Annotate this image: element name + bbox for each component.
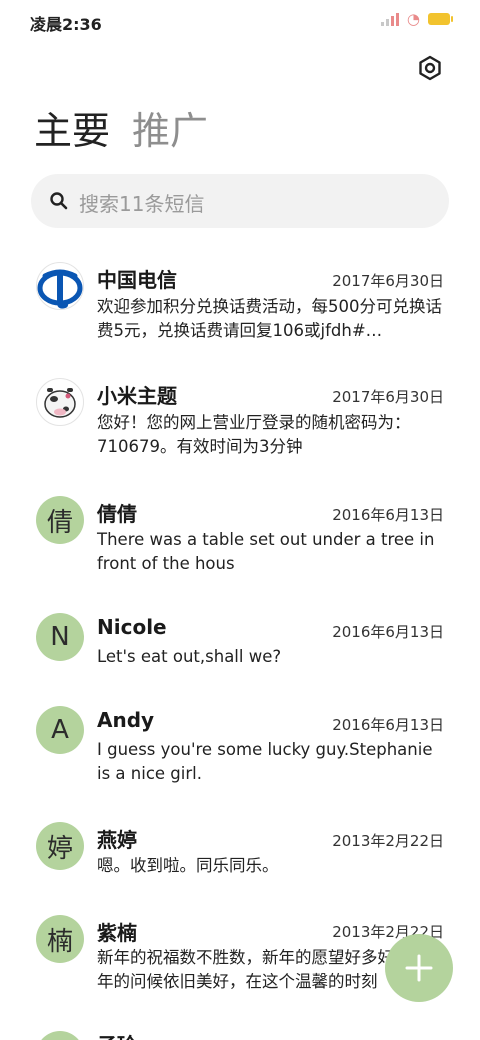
message-preview: Let's eat out,shall we? [97,647,282,666]
message-date: 2016年6月13日 [332,623,444,641]
list-item[interactable]: N Nicole 2016年6月13日 Let's eat out,shall … [0,607,480,687]
list-item[interactable]: 玲 子玲 [0,1025,480,1040]
message-preview: There was a table set out under a tree i… [97,530,435,573]
plus-icon [405,954,433,982]
avatar: 楠 [36,915,84,963]
contact-name: 紫楠 [97,921,137,945]
contact-name: 小米主题 [97,384,177,408]
message-date: 2016年6月13日 [332,716,444,734]
contact-name: 燕婷 [97,828,137,852]
message-date: 2017年6月30日 [332,272,444,290]
list-item[interactable]: 婷 燕婷 2013年2月22日 嗯。收到啦。同乐同乐。 [0,816,480,896]
avatar [36,262,84,310]
avatar: N [36,613,84,661]
list-item[interactable]: 中国电信 2017年6月30日 欢迎参加积分兑换话费活动，每500分可兑换话费5… [0,258,480,358]
avatar: A [36,706,84,754]
message-date: 2013年2月22日 [332,832,444,850]
contact-name: 倩倩 [97,502,137,526]
avatar: 婷 [36,822,84,870]
message-date: 2016年6月13日 [332,506,444,524]
contact-name: 子玲 [97,1029,137,1040]
contact-name: Nicole [97,615,167,639]
avatar [36,378,84,426]
message-list: 中国电信 2017年6月30日 欢迎参加积分兑换话费活动，每500分可兑换话费5… [0,0,480,1040]
message-preview: 欢迎参加积分兑换话费活动，每500分可兑换话费5元，兑换话费请回复106或jfd… [97,297,442,340]
message-preview: 嗯。收到啦。同乐同乐。 [97,856,279,875]
china-telecom-logo-icon [37,269,83,309]
list-item[interactable]: 倩 倩倩 2016年6月13日 There was a table set ou… [0,490,480,590]
list-item[interactable]: A Andy 2016年6月13日 I guess you're some lu… [0,700,480,800]
message-date: 2017年6月30日 [332,388,444,406]
contact-name: Andy [97,708,155,732]
message-preview: I guess you're some lucky guy.Stephanie … [97,740,433,783]
cow-avatar-icon [44,388,76,418]
new-message-button[interactable] [385,934,453,1002]
avatar: 玲 [36,1031,84,1040]
list-item[interactable]: 小米主题 2017年6月30日 您好！您的网上营业厅登录的随机密码为：71067… [0,374,480,474]
contact-name: 中国电信 [97,268,177,292]
message-preview: 您好！您的网上营业厅登录的随机密码为：710679。有效时间为3分钟 [97,413,411,456]
avatar: 倩 [36,496,84,544]
